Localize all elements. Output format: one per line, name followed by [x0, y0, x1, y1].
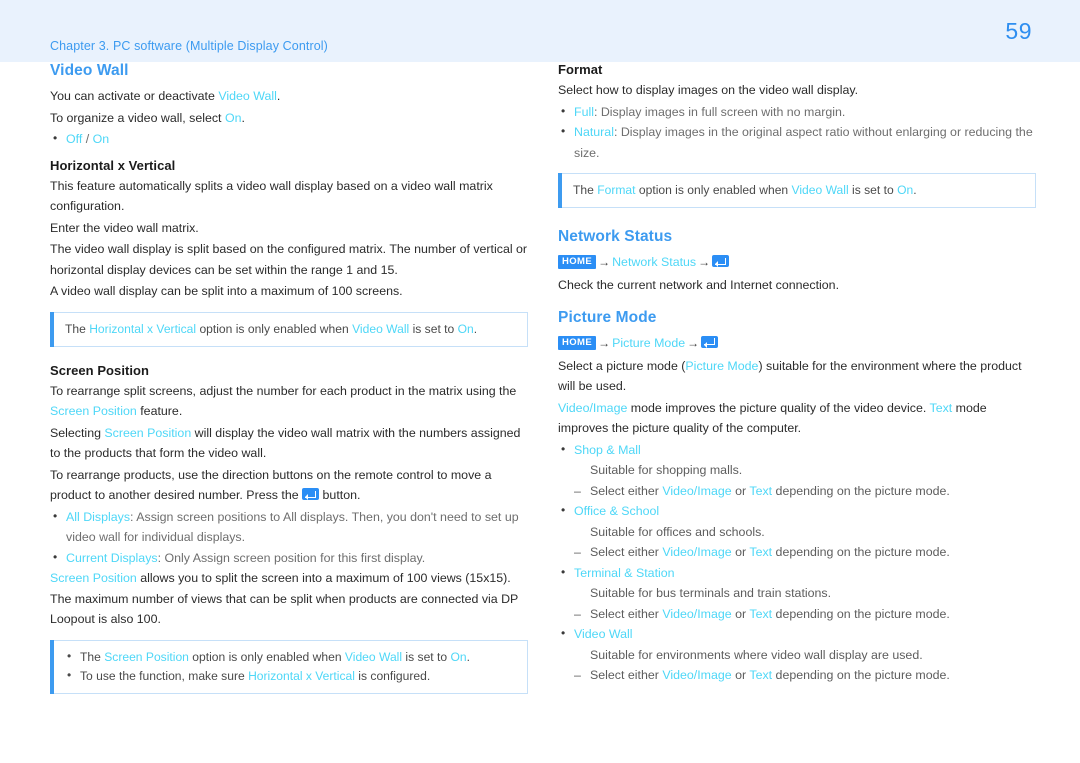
picture-mode-name: Office & School: [574, 504, 660, 518]
list-item: Select either Video/Image or Text depend…: [574, 665, 1036, 686]
enter-icon: [302, 488, 320, 501]
format-intro: Select how to display images on the vide…: [558, 83, 859, 97]
video-wall-line-1: You can activate or deactivate Video Wal…: [50, 89, 281, 103]
screen-position-paragraph-3: To rearrange products, use the direction…: [50, 465, 528, 506]
note-box-horizontal-x-vertical: The Horizontal x Vertical option is only…: [50, 311, 528, 347]
picture-mode-sub-list: Select either Video/Image or Text depend…: [574, 665, 1036, 686]
section-format: Format Select how to display images on t…: [558, 62, 1036, 208]
sub-title-horizontal-x-vertical: Horizontal x Vertical: [50, 157, 176, 173]
arrow-icon: →: [687, 335, 700, 350]
page-body: Video Wall You can activate or deactivat…: [0, 62, 1080, 763]
picture-mode-paragraph-1: Select a picture mode (Picture Mode) sui…: [558, 358, 1022, 394]
picture-mode-description: Suitable for offices and schools.: [590, 524, 765, 539]
section-video-wall: Video Wall You can activate or deactivat…: [50, 62, 528, 150]
picture-mode-description: Suitable for environments where video wa…: [590, 647, 923, 662]
picture-mode-name: Terminal & Station: [574, 565, 675, 580]
list-item: Select either Video/Image or Text depend…: [574, 542, 1036, 563]
list-item: Video Wall Suitable for environments whe…: [558, 623, 1036, 686]
list-item: Shop & Mall Suitable for shopping malls.…: [558, 439, 1036, 502]
breadcrumb-picture-mode: HOME → Picture Mode →: [558, 333, 1036, 354]
note-bullet-list: The Screen Position option is only enabl…: [65, 647, 517, 686]
screen-position-paragraph-2: Selecting Screen Position will display t…: [50, 425, 521, 461]
picture-mode-name: Video Wall: [574, 627, 633, 641]
list-item: To use the function, make sure Horizonta…: [65, 666, 517, 686]
list-item: Office & School Suitable for offices and…: [558, 500, 1036, 563]
picture-mode-sub-list: Select either Video/Image or Text depend…: [574, 604, 1036, 625]
note-text: The Horizontal x Vertical option is only…: [65, 321, 478, 336]
section-title-video-wall: Video Wall: [50, 62, 129, 79]
home-badge[interactable]: HOME: [558, 255, 597, 269]
format-options-list: Full: Display images in full screen with…: [558, 101, 1036, 164]
list-item: The Screen Position option is only enabl…: [65, 647, 517, 667]
sub-title-format: Format: [558, 62, 603, 77]
right-column: Format Select how to display images on t…: [558, 62, 1036, 686]
breadcrumb-network-status: HOME → Network Status →: [558, 252, 1036, 273]
list-item: Off / On: [50, 128, 528, 150]
screen-position-bullets: All Displays: Assign screen positions to…: [50, 506, 528, 569]
sub-title-screen-position: Screen Position: [50, 362, 149, 378]
hxv-paragraph-1: This feature automatically splits a vide…: [50, 178, 493, 214]
picture-mode-paragraph-2: Video/Image mode improves the picture qu…: [558, 400, 987, 436]
enter-icon: [701, 335, 719, 348]
screen-position-paragraph-4: Screen Position allows you to split the …: [50, 571, 519, 626]
section-network-status: Network Status HOME → Network Status → Chec…: [558, 228, 1036, 296]
picture-mode-sub-list: Select either Video/Image or Text depend…: [574, 481, 1036, 502]
note-text: The Format option is only enabled when V…: [573, 183, 917, 197]
arrow-icon: →: [598, 255, 611, 269]
list-item: Natural: Display images in the original …: [558, 121, 1036, 163]
picture-mode-list: Shop & Mall Suitable for shopping malls.…: [558, 439, 1036, 686]
list-item: Current Displays: Only Assign screen pos…: [50, 547, 528, 569]
arrow-icon: →: [698, 255, 711, 269]
section-title-picture-mode: Picture Mode: [558, 308, 657, 326]
hxv-paragraph-2: Enter the video wall matrix.: [50, 220, 199, 235]
page-number: 59: [1005, 18, 1032, 44]
list-item: Terminal & Station Suitable for bus term…: [558, 562, 1036, 625]
list-item: Select either Video/Image or Text depend…: [574, 481, 1036, 502]
picture-mode-name: Shop & Mall: [574, 442, 641, 457]
hxv-paragraph-4: A video wall display can be split into a…: [50, 284, 403, 298]
picture-mode-description: Suitable for shopping malls.: [590, 463, 743, 477]
section-screen-position: Screen Position To rearrange split scree…: [50, 363, 528, 694]
breadcrumb-path[interactable]: Network Status: [612, 255, 696, 269]
video-wall-line-2: To organize a video wall, select On.: [50, 110, 245, 125]
chapter-label: Chapter 3. PC software (Multiple Display…: [50, 39, 328, 53]
list-item: Select either Video/Image or Text depend…: [574, 604, 1036, 625]
list-item: All Displays: Assign screen positions to…: [50, 506, 528, 548]
section-picture-mode: Picture Mode HOME → Picture Mode → Select a…: [558, 309, 1036, 686]
section-title-network-status: Network Status: [558, 228, 673, 245]
note-box-screen-position: The Screen Position option is only enabl…: [50, 639, 528, 694]
network-status-description: Check the current network and Internet c…: [558, 278, 840, 292]
arrow-icon: →: [598, 335, 611, 350]
video-wall-options-list: Off / On: [50, 128, 528, 150]
screen-position-p3-after: button.: [319, 488, 361, 502]
hxv-paragraph-3: The video wall display is split based on…: [50, 242, 528, 277]
picture-mode-description: Suitable for bus terminals and train sta…: [590, 586, 832, 600]
list-item: Full: Display images in full screen with…: [558, 101, 1036, 123]
breadcrumb-path[interactable]: Picture Mode: [612, 336, 685, 350]
note-box-format: The Format option is only enabled when V…: [558, 173, 1036, 208]
screen-position-p3-before: To rearrange products, use the direction…: [50, 467, 492, 503]
home-badge[interactable]: HOME: [558, 335, 597, 350]
picture-mode-sub-list: Select either Video/Image or Text depend…: [574, 542, 1036, 563]
section-horizontal-x-vertical: Horizontal x Vertical This feature autom…: [50, 158, 528, 347]
screen-position-paragraph-1: To rearrange split screens, adjust the n…: [50, 383, 517, 419]
left-column: Video Wall You can activate or deactivat…: [50, 62, 528, 694]
enter-icon: [712, 255, 730, 268]
